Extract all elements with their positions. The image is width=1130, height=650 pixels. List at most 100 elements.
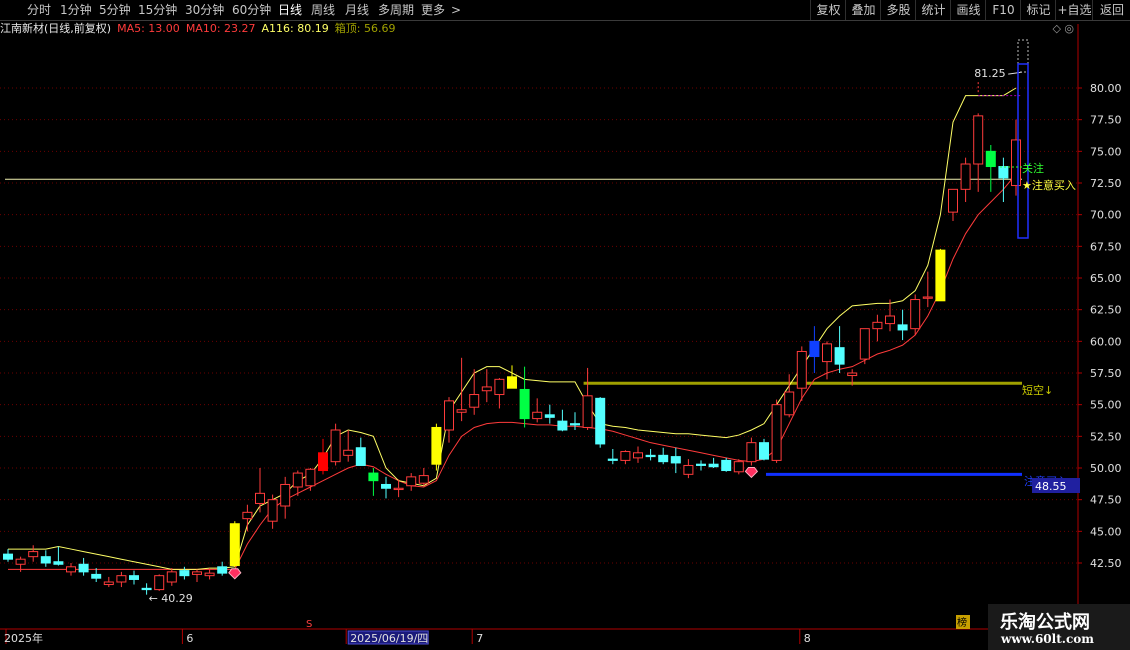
x-tick-label: 8 [804, 632, 811, 645]
candle-body [15, 558, 26, 565]
candle-body [343, 449, 354, 456]
candle-body [66, 566, 76, 573]
candle-body [469, 394, 480, 408]
candle-body [658, 454, 669, 463]
candle-body [330, 429, 341, 463]
candle-body [28, 551, 39, 558]
candlestick-chart[interactable]: 80.00 77.50 75.00 72.50 70.00 67.50 65.00 62.50… [0, 0, 1130, 650]
low-price-label: ← 40.29 [149, 592, 193, 605]
y-tick-label: 77.50 [1090, 114, 1122, 127]
candle-body [935, 249, 946, 302]
candle-body [292, 472, 303, 488]
y-tick-label: 70.00 [1090, 209, 1122, 222]
y-tick-label: 65.00 [1090, 272, 1122, 285]
y-tick-label: 42.50 [1090, 557, 1122, 570]
candle-body [620, 451, 631, 461]
candle-body [696, 463, 706, 466]
candle-body [683, 464, 694, 475]
price-tag: 48.55 [1035, 480, 1067, 493]
candle-body [116, 575, 127, 583]
candle-body [255, 492, 265, 504]
buy-diamond-icon [744, 466, 759, 479]
candle-body [784, 391, 795, 416]
y-tick-label: 57.50 [1090, 367, 1122, 380]
candle-body [53, 561, 64, 565]
candle-body [922, 296, 933, 299]
candle-body [834, 347, 845, 365]
candle-body [948, 188, 958, 213]
candle-body [456, 409, 467, 413]
candle-body [544, 414, 555, 418]
candle-body [771, 404, 782, 461]
candle-body [179, 570, 190, 577]
candle-body [985, 150, 996, 168]
x-tick-label: 6 [186, 632, 193, 645]
candle-body [859, 328, 870, 360]
candle-body [796, 350, 807, 389]
candle-body [204, 572, 215, 577]
high-price-label: 81.25 [974, 67, 1006, 80]
candle-body [532, 411, 543, 420]
candle-body [318, 452, 328, 472]
projection-top-box [1017, 39, 1029, 73]
candle-body [40, 556, 51, 564]
candle-body [519, 388, 530, 420]
candle-body [1011, 139, 1021, 187]
y-tick-label: 72.50 [1090, 177, 1122, 190]
candle-body [733, 461, 744, 473]
y-tick-label: 47.50 [1090, 494, 1122, 507]
candle-body [847, 372, 858, 377]
candle-body [507, 376, 517, 389]
candle-body [607, 458, 618, 461]
watermark-title: 乐淘公式网 [1000, 612, 1090, 633]
candle-body [267, 499, 278, 522]
candle-body [670, 456, 681, 464]
candle-body [3, 553, 13, 560]
bang-marker: 榜 [957, 616, 967, 629]
candle-body [154, 575, 165, 591]
candle-body [633, 452, 643, 459]
candle-body [494, 378, 505, 396]
candle-body [595, 397, 606, 445]
candle-body [381, 483, 391, 489]
candle-body [746, 442, 757, 463]
candle-body [368, 472, 379, 482]
y-tick-label: 67.50 [1090, 240, 1122, 253]
candle-body [998, 166, 1009, 179]
candle-body [910, 299, 921, 330]
candle-body [229, 523, 240, 567]
candle-body [141, 587, 152, 591]
x-tick-label: 2025/06/19/四 [350, 632, 428, 645]
candle-body [872, 321, 883, 330]
candle-body [557, 420, 568, 431]
candle-body [481, 386, 492, 392]
candle-body [91, 573, 102, 579]
high-arrow-line [1008, 71, 1023, 75]
candle-body [280, 483, 291, 507]
candle-body [809, 340, 820, 358]
candle-body [129, 575, 139, 580]
candle-body [759, 442, 769, 460]
candle-body [721, 459, 732, 472]
candle-body [305, 468, 316, 487]
candle-body [885, 315, 895, 325]
y-tick-label: 62.50 [1090, 304, 1122, 317]
y-tick-label: 60.00 [1090, 335, 1122, 348]
guanzhu-label: 关注 [1022, 161, 1044, 175]
candle-body [103, 581, 114, 586]
site-watermark: 乐淘公式网 www.60lt.com [988, 604, 1130, 650]
candle-body [78, 563, 89, 573]
buy-diamond-icon [228, 568, 242, 580]
candle-body [570, 423, 580, 426]
candle-body [444, 400, 454, 431]
candle-body [897, 324, 908, 331]
x-tick-label: 7 [476, 632, 483, 645]
watermark-url: www.60lt.com [1001, 632, 1094, 646]
x-tick-label: 2025年 [4, 631, 43, 645]
candle-body [217, 566, 228, 574]
s-marker: S [306, 619, 312, 630]
y-tick-label: 52.50 [1090, 430, 1122, 443]
candle-body [242, 511, 253, 520]
candle-body [822, 343, 832, 363]
candle-body [393, 487, 404, 491]
